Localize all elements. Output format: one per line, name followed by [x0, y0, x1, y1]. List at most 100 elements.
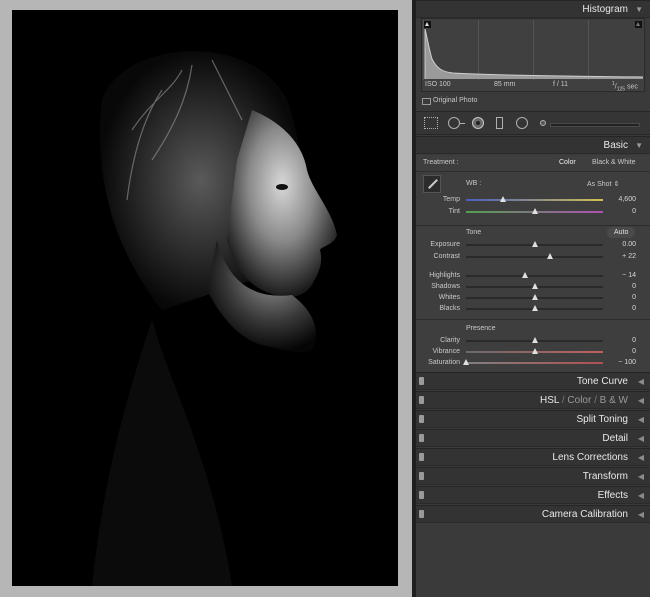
- expand-triangle-icon[interactable]: ◀: [638, 491, 644, 500]
- effects-header[interactable]: Effects ◀: [416, 486, 650, 504]
- panel-switch-icon[interactable]: [419, 510, 424, 518]
- slider-track[interactable]: [463, 359, 603, 365]
- panel-switch-icon[interactable]: [419, 434, 424, 442]
- original-photo-row[interactable]: Original Photo: [422, 97, 478, 105]
- spot-removal-icon[interactable]: [448, 117, 460, 129]
- slider-track[interactable]: [466, 294, 603, 300]
- slider-knob[interactable]: [531, 294, 538, 300]
- slider-track[interactable]: [466, 196, 603, 202]
- slider-value[interactable]: 0: [606, 283, 636, 290]
- develop-right-panel: Histogram ▼ ISO 100 85 mm f / 11 1/125 s…: [416, 0, 650, 597]
- bw-tab[interactable]: B & W: [600, 395, 628, 406]
- expand-triangle-icon[interactable]: ◀: [638, 472, 644, 481]
- treatment-label: Treatment :: [423, 159, 459, 166]
- slider-value[interactable]: 4,600: [606, 196, 636, 203]
- slider-value[interactable]: − 100: [606, 359, 636, 366]
- expand-triangle-icon[interactable]: ◀: [638, 415, 644, 424]
- slider-knob[interactable]: [546, 253, 553, 259]
- slider-label: Vibrance: [432, 348, 460, 355]
- treatment-color-button[interactable]: Color: [559, 159, 576, 166]
- wb-label: WB :: [466, 180, 482, 187]
- separator: [416, 319, 650, 320]
- slider-knob[interactable]: [463, 359, 469, 365]
- treatment-bw-button[interactable]: Black & White: [592, 159, 636, 166]
- crop-overlay-icon[interactable]: [424, 117, 438, 129]
- original-photo-label: Original Photo: [433, 97, 478, 104]
- slider-knob[interactable]: [531, 241, 538, 247]
- slider-track[interactable]: [466, 283, 603, 289]
- basic-header[interactable]: Basic ▼: [416, 136, 650, 154]
- wb-select[interactable]: As Shot ⇕: [587, 180, 619, 188]
- slider-knob[interactable]: [521, 272, 528, 278]
- effects-title: Effects: [597, 490, 628, 501]
- histogram-chart[interactable]: ISO 100 85 mm f / 11 1/125 sec: [421, 18, 645, 93]
- eyedropper-icon[interactable]: [423, 175, 441, 193]
- shutter-text: 1/125 sec: [612, 81, 638, 93]
- slider-knob[interactable]: [531, 305, 538, 311]
- slider-knob[interactable]: [531, 348, 538, 354]
- panel-switch-icon[interactable]: [419, 472, 424, 480]
- slider-knob[interactable]: [531, 283, 538, 289]
- slider-track[interactable]: [466, 253, 603, 259]
- hsl-header[interactable]: HSL / Color / B & W ◀: [416, 391, 650, 409]
- slider-track[interactable]: [466, 241, 603, 247]
- slider-value[interactable]: 0: [606, 337, 636, 344]
- slider-value[interactable]: 0: [606, 208, 636, 215]
- slider-track[interactable]: [466, 348, 603, 354]
- auto-button[interactable]: Auto: [607, 227, 635, 238]
- panel-switch-icon[interactable]: [419, 453, 424, 461]
- camera-calibration-header[interactable]: Camera Calibration ◀: [416, 505, 650, 523]
- slider-knob[interactable]: [531, 337, 538, 343]
- radial-filter-icon[interactable]: [516, 117, 528, 129]
- slider-value[interactable]: 0: [606, 294, 636, 301]
- histogram-header[interactable]: Histogram ▼: [416, 0, 650, 18]
- hsl-tab[interactable]: HSL: [540, 395, 559, 406]
- slider-label: Exposure: [430, 241, 460, 248]
- collapse-triangle-icon[interactable]: ▼: [635, 141, 643, 150]
- panel-switch-icon[interactable]: [419, 396, 424, 404]
- slider-label: Shadows: [431, 283, 460, 290]
- slider-track[interactable]: [466, 305, 603, 311]
- slider-value[interactable]: 0: [606, 305, 636, 312]
- iso-text: ISO 100: [425, 81, 451, 88]
- slider-track[interactable]: [466, 272, 603, 278]
- expand-triangle-icon[interactable]: ◀: [638, 396, 644, 405]
- shadow-clipping-icon[interactable]: [424, 21, 431, 28]
- adjustment-brush-icon[interactable]: [540, 120, 546, 126]
- lens-corrections-title: Lens Corrections: [552, 452, 628, 463]
- panel-switch-icon[interactable]: [419, 415, 424, 423]
- tone-curve-header[interactable]: Tone Curve ◀: [416, 372, 650, 390]
- red-eye-icon[interactable]: [472, 117, 484, 129]
- expand-triangle-icon[interactable]: ◀: [638, 453, 644, 462]
- tool-slider[interactable]: [550, 123, 640, 127]
- transform-title: Transform: [582, 471, 628, 482]
- transform-header[interactable]: Transform ◀: [416, 467, 650, 485]
- graduated-filter-icon[interactable]: [496, 117, 503, 129]
- expand-triangle-icon[interactable]: ◀: [638, 377, 644, 386]
- slider-track[interactable]: [466, 208, 603, 214]
- auto-label: Auto: [614, 229, 629, 236]
- slider-track[interactable]: [466, 337, 603, 343]
- slider-value[interactable]: − 14: [606, 272, 636, 279]
- slider-knob[interactable]: [531, 208, 538, 214]
- slider-value[interactable]: + 22: [606, 253, 636, 260]
- spot-removal-handle: [460, 123, 465, 124]
- slider-knob[interactable]: [499, 196, 506, 202]
- aperture-text: f / 11: [553, 81, 569, 88]
- slider-value[interactable]: 0.00: [606, 241, 636, 248]
- expand-triangle-icon[interactable]: ◀: [638, 510, 644, 519]
- split-toning-header[interactable]: Split Toning ◀: [416, 410, 650, 428]
- collapse-triangle-icon[interactable]: ▼: [635, 5, 643, 14]
- photo-preview[interactable]: [12, 10, 398, 586]
- separator: [416, 225, 650, 226]
- panel-switch-icon[interactable]: [419, 377, 424, 385]
- tone-curve-title: Tone Curve: [576, 376, 628, 387]
- expand-triangle-icon[interactable]: ◀: [638, 434, 644, 443]
- lens-corrections-header[interactable]: Lens Corrections ◀: [416, 448, 650, 466]
- detail-header[interactable]: Detail ◀: [416, 429, 650, 447]
- highlight-clipping-icon[interactable]: [635, 21, 642, 28]
- basic-panel-body: Treatment : Color Black & White WB : As …: [416, 155, 650, 372]
- panel-switch-icon[interactable]: [419, 491, 424, 499]
- slider-value[interactable]: 0: [606, 348, 636, 355]
- color-tab[interactable]: Color: [567, 395, 591, 406]
